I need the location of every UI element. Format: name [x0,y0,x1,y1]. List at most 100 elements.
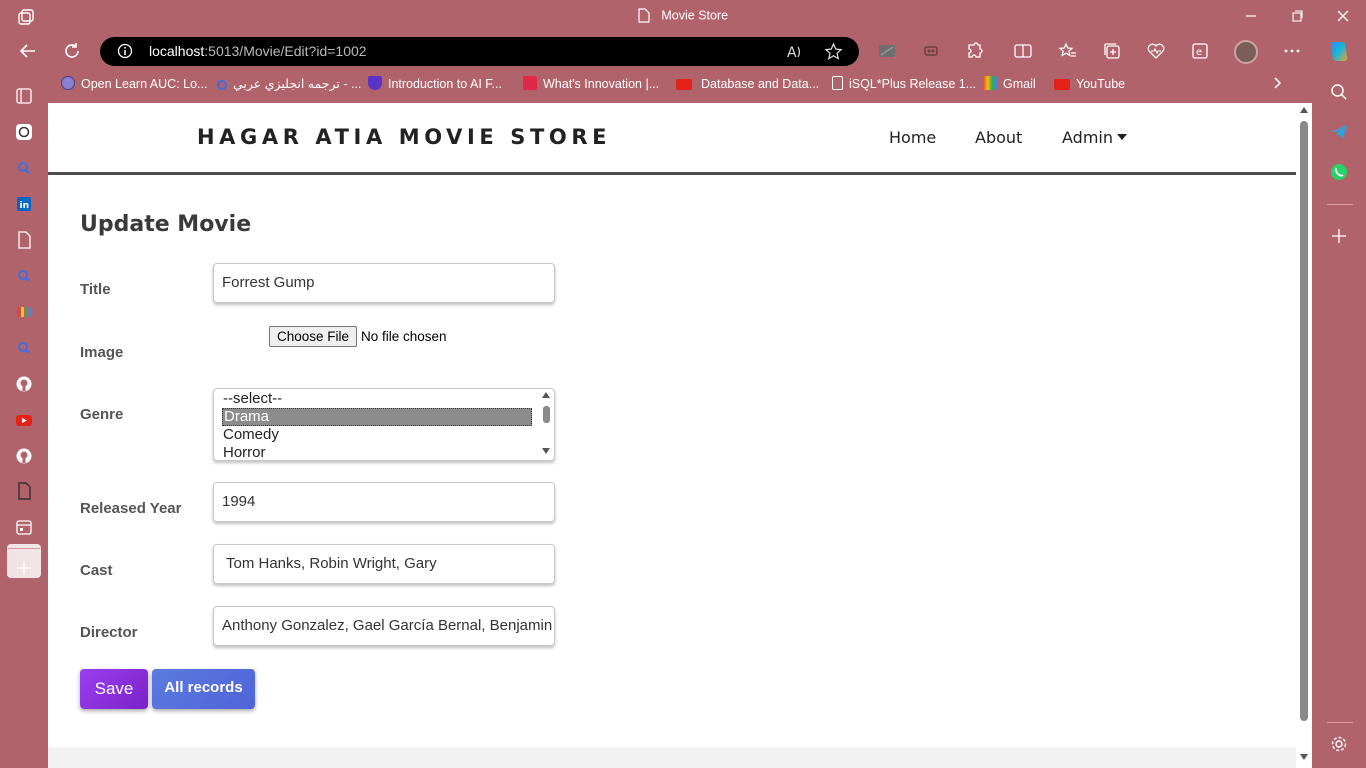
url-text[interactable]: localhost:5013/Movie/Edit?id=1002 [149,43,367,59]
reading-mode-icon[interactable] [921,41,941,61]
search-icon[interactable] [14,338,34,358]
svg-text:e: e [1196,47,1202,58]
scroll-down-arrow-icon[interactable] [1300,754,1308,760]
star-icon[interactable] [824,42,843,61]
close-icon[interactable] [1333,6,1353,26]
scroll-up-arrow-icon[interactable] [1300,107,1308,113]
page-viewport: HAGAR ATIA MOVIE STORE Home About Admin … [48,103,1312,768]
director-input[interactable]: Anthony Gonzalez, Gael García Bernal, Be… [213,606,555,646]
address-bar[interactable]: localhost:5013/Movie/Edit?id=1002 A [100,37,859,66]
document-icon[interactable] [14,481,34,501]
settings-gear-icon[interactable] [1329,734,1349,754]
scrollbar-thumb[interactable] [1300,121,1308,721]
page-scrollbar[interactable] [1296,103,1312,768]
genre-option[interactable]: Horror [222,444,532,460]
title-input[interactable]: Forrest Gump [213,263,555,303]
all-records-button[interactable]: All records [152,669,255,709]
youtube-icon[interactable] [14,410,34,430]
favorite-translate[interactable]: ترجمه انجليزي عربي - ... [217,76,361,92]
udemy-icon [368,76,382,90]
github-icon[interactable] [14,446,34,466]
favorite-intro-ai[interactable]: Introduction to AI F... [368,76,502,92]
extensions-puzzle-icon[interactable] [965,41,985,61]
sidebar-divider [1327,204,1353,205]
search-icon[interactable] [14,266,34,286]
page-title: Update Movie [80,212,252,237]
minimize-icon[interactable] [1241,6,1261,26]
restore-icon[interactable] [1287,6,1307,26]
edge-sidebar [1312,70,1366,768]
released-year-input[interactable]: 1994 [213,482,555,522]
tab-title: Movie Store [661,8,729,23]
linkedin-icon[interactable]: in [14,194,34,214]
sidebar-divider [8,548,40,549]
chatgpt-icon[interactable] [14,122,34,142]
favorite-isqlplus[interactable]: iSQL*Plus Release 1... [832,76,976,92]
genre-option[interactable]: Comedy [222,426,532,444]
genre-label: Genre [80,406,124,423]
collections-icon[interactable] [1102,41,1122,61]
browser-essentials-icon[interactable] [1146,41,1166,61]
search-icon[interactable] [1329,82,1349,102]
add-plus-icon[interactable] [1329,226,1349,246]
favorite-gmail[interactable]: Gmail [983,76,1036,92]
tab-title-container: Movie Store [0,8,1366,23]
tab-actions-icon[interactable] [14,86,34,106]
vertical-tabs-sidebar: in [0,70,48,768]
document-icon [638,8,650,23]
choose-file-button[interactable]: Choose File [269,326,357,347]
nav-about-link[interactable]: About [975,128,1022,147]
github-icon[interactable] [14,374,34,394]
profile-avatar[interactable] [1234,40,1258,64]
site-header: HAGAR ATIA MOVIE STORE Home About Admin [48,103,1296,175]
sidebar-divider [1327,722,1353,723]
chevron-right-icon[interactable] [1270,76,1284,90]
genre-option-selected[interactable]: Drama [222,408,532,426]
favorites-icon[interactable] [1058,41,1078,61]
cast-input[interactable]: Tom Hanks, Robin Wright, Gary [213,544,555,584]
cast-label: Cast [80,562,113,579]
title-label: Title [80,281,111,298]
genre-listbox[interactable]: --select-- Drama Comedy Horror [213,388,555,461]
telegram-icon[interactable] [1329,122,1349,142]
read-aloud-icon[interactable]: A [786,43,804,61]
favorites-bar: Open Learn AUC: Lo... ترجمه انجليزي عربي… [48,70,1312,98]
caret-down-icon [1117,134,1127,140]
refresh-icon[interactable] [61,40,83,62]
search-icon[interactable] [14,158,34,178]
image-label: Image [80,344,124,361]
released-year-label: Released Year [80,500,182,517]
google-icon [983,76,997,90]
calendar-icon[interactable] [14,517,34,537]
save-button[interactable]: Save [80,669,148,709]
svg-text:in: in [20,201,30,211]
whatsapp-icon[interactable] [1329,162,1349,182]
scroll-down-arrow-icon[interactable] [542,448,550,454]
director-label: Director [80,624,138,641]
listbox-scrollbar-thumb[interactable] [543,406,550,423]
document-icon[interactable] [14,230,34,250]
favorite-innovation[interactable]: What's Innovation |... [523,76,659,92]
favorite-youtube[interactable]: YouTube [1054,76,1125,92]
nav-admin-label: Admin [1062,128,1113,147]
site-info-icon[interactable] [117,43,133,59]
edge-bar-icon[interactable]: e [1190,41,1210,61]
more-options-icon[interactable] [1282,41,1302,61]
nav-home-link[interactable]: Home [889,128,936,147]
extension-icon[interactable] [877,41,897,61]
scroll-up-arrow-icon[interactable] [542,392,550,398]
split-screen-icon[interactable] [1013,41,1033,61]
copilot-icon[interactable] [1326,39,1352,65]
favorite-database[interactable]: Database and Data... [676,76,819,92]
globe-icon [61,76,75,90]
nav-admin-dropdown[interactable]: Admin [1062,128,1127,147]
favorite-open-learn[interactable]: Open Learn AUC: Lo... [61,76,207,92]
back-arrow-icon[interactable] [17,40,39,62]
browser-title-bar: Movie Store [0,0,1366,32]
genre-option[interactable]: --select-- [222,390,532,408]
document-icon [832,76,843,90]
site-brand[interactable]: HAGAR ATIA MOVIE STORE [197,125,611,149]
new-tab-plus-icon[interactable] [14,558,34,578]
google-icon[interactable] [14,302,34,322]
flag-icon [523,76,537,90]
